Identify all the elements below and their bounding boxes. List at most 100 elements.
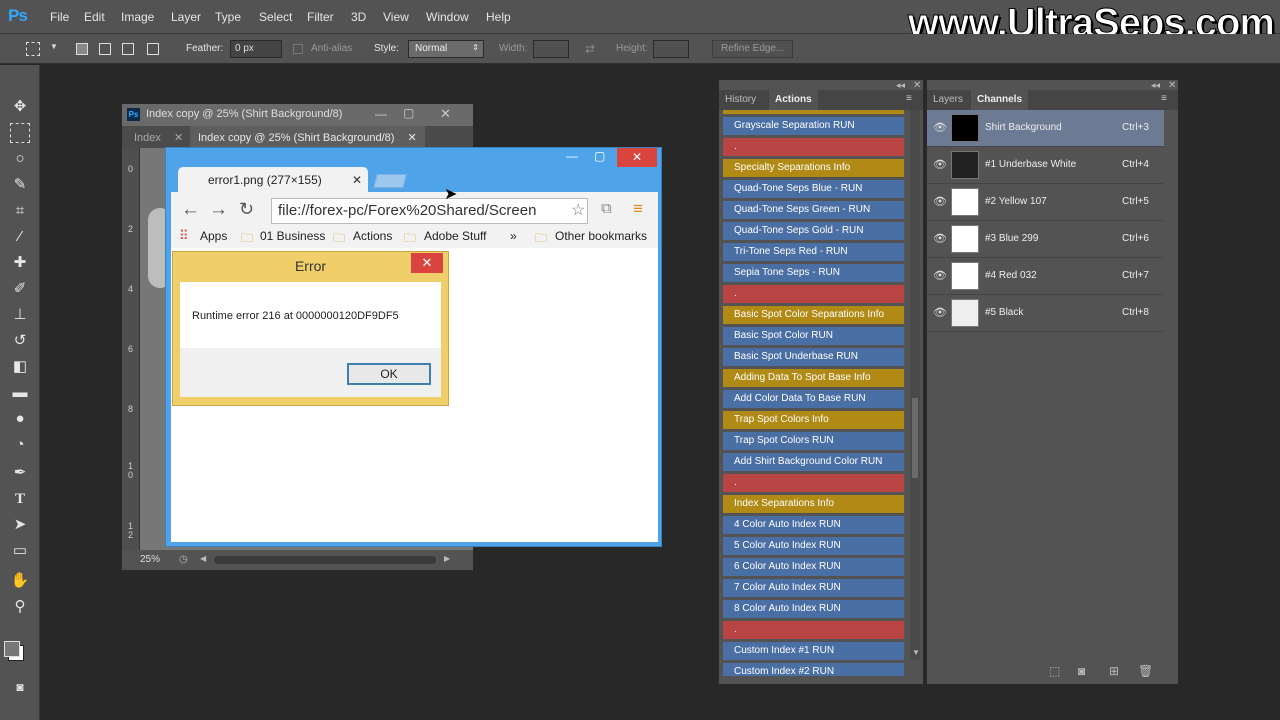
foreground-color-swatch[interactable] xyxy=(4,641,20,657)
close-icon[interactable]: ✕ xyxy=(617,148,657,167)
close-tab-icon[interactable]: ✕ xyxy=(352,173,362,187)
action-item[interactable]: . xyxy=(723,138,904,156)
intersect-selection-icon[interactable] xyxy=(147,43,159,55)
action-item[interactable]: . xyxy=(723,285,904,303)
action-item[interactable]: Sepia Tone Seps - RUN xyxy=(723,264,904,282)
visibility-eye-icon[interactable]: 👁 xyxy=(933,269,947,282)
path-select-tool-icon[interactable]: ➤ xyxy=(10,515,30,535)
chrome-menu-icon[interactable]: ≡ xyxy=(633,199,643,219)
style-select[interactable]: Normal ⇕ xyxy=(408,40,484,58)
new-selection-icon[interactable] xyxy=(76,43,88,55)
action-item[interactable]: Adding Data To Spot Base Info xyxy=(723,369,904,387)
brush-tool-icon[interactable]: ✐ xyxy=(10,279,30,299)
panel-menu-icon[interactable]: ≡ xyxy=(906,93,912,104)
eraser-tool-icon[interactable]: ◧ xyxy=(10,357,30,377)
visibility-eye-icon[interactable]: 👁 xyxy=(933,232,947,245)
add-selection-icon[interactable] xyxy=(99,43,111,55)
bookmark-folder[interactable]: 01 Business xyxy=(260,229,325,243)
tab-index-copy[interactable]: Index copy @ 25% (Shirt Background/8) ✕ xyxy=(190,126,425,148)
maximize-icon[interactable]: ▢ xyxy=(594,149,605,163)
reload-icon[interactable]: ↻ xyxy=(239,199,254,220)
delete-channel-icon[interactable]: 🗑 xyxy=(1138,664,1153,678)
height-input[interactable] xyxy=(653,40,689,58)
maximize-icon[interactable]: ▢ xyxy=(403,106,414,120)
gradient-tool-icon[interactable]: ▬ xyxy=(10,383,30,403)
eyedropper-tool-icon[interactable]: ⁄ xyxy=(10,227,30,247)
status-info-icon[interactable]: ◷ xyxy=(179,554,188,565)
refine-edge-button[interactable]: Refine Edge... xyxy=(712,40,794,58)
action-item[interactable]: Custom Index #1 RUN xyxy=(723,642,904,660)
channel-row[interactable]: 👁 #2 Yellow 107 Ctrl+5 xyxy=(927,184,1164,221)
new-tab-button[interactable] xyxy=(373,174,407,188)
visibility-eye-icon[interactable]: 👁 xyxy=(933,195,947,208)
lasso-tool-icon[interactable]: ○ xyxy=(10,149,30,169)
tab-history[interactable]: History xyxy=(719,90,762,110)
type-tool-icon[interactable]: T xyxy=(10,489,30,509)
action-item[interactable]: Basic Spot Color Separations Info xyxy=(723,306,904,324)
visibility-eye-icon[interactable]: 👁 xyxy=(933,306,947,319)
action-item[interactable]: Quad-Tone Seps Gold - RUN xyxy=(723,222,904,240)
action-item[interactable]: Grayscale Separation Info xyxy=(723,110,904,114)
more-bookmarks-icon[interactable]: » xyxy=(510,229,517,243)
action-item[interactable]: Add Color Data To Base RUN xyxy=(723,390,904,408)
action-item[interactable]: 7 Color Auto Index RUN xyxy=(723,579,904,597)
ok-button[interactable]: OK xyxy=(347,363,431,385)
action-item[interactable]: 8 Color Auto Index RUN xyxy=(723,600,904,618)
action-item[interactable]: Basic Spot Underbase RUN xyxy=(723,348,904,366)
menu-3d[interactable]: 3D xyxy=(351,10,366,24)
dodge-tool-icon[interactable]: ◔ xyxy=(10,435,30,455)
width-input[interactable] xyxy=(533,40,569,58)
menu-image[interactable]: Image xyxy=(121,10,154,24)
load-selection-icon[interactable]: ⬚ xyxy=(1049,664,1060,678)
visibility-eye-icon[interactable]: 👁 xyxy=(933,158,947,171)
visibility-eye-icon[interactable]: 👁 xyxy=(933,121,947,134)
action-item[interactable]: Quad-Tone Seps Green - RUN xyxy=(723,201,904,219)
minimize-icon[interactable]: — xyxy=(375,107,387,121)
action-item[interactable]: Quad-Tone Seps Blue - RUN xyxy=(723,180,904,198)
address-bar[interactable]: file://forex-pc/Forex%20Shared/Screen xyxy=(271,198,588,224)
actions-scrollbar[interactable] xyxy=(910,110,920,660)
new-channel-icon[interactable]: ⊞ xyxy=(1109,664,1119,678)
quick-select-tool-icon[interactable]: ✎ xyxy=(10,175,30,195)
minimize-icon[interactable]: — xyxy=(566,149,578,163)
clone-stamp-tool-icon[interactable]: ⊥ xyxy=(10,305,30,325)
action-item[interactable]: . xyxy=(723,474,904,492)
channel-row[interactable]: 👁 Shirt Background Ctrl+3 xyxy=(927,110,1164,147)
bookmark-apps[interactable]: Apps xyxy=(200,229,227,243)
menu-layer[interactable]: Layer xyxy=(171,10,201,24)
rectangle-tool-icon[interactable]: ▭ xyxy=(10,541,30,561)
action-item[interactable]: Add Shirt Background Color RUN xyxy=(723,453,904,471)
subtract-selection-icon[interactable] xyxy=(122,43,134,55)
zoom-level[interactable]: 25% xyxy=(140,554,160,565)
tab-channels[interactable]: Channels xyxy=(971,90,1029,110)
tool-preset-chevron-icon[interactable]: ▼ xyxy=(50,42,58,51)
move-tool-icon[interactable]: ✥ xyxy=(10,97,30,117)
extension-icon[interactable]: ⧉ xyxy=(601,200,612,217)
menu-select[interactable]: Select xyxy=(259,10,292,24)
channel-row[interactable]: 👁 #5 Black Ctrl+8 xyxy=(927,295,1164,332)
tab-actions[interactable]: Actions xyxy=(769,90,818,110)
hand-tool-icon[interactable]: ✋ xyxy=(10,571,30,591)
panel-menu-icon[interactable]: ≡ xyxy=(1161,93,1167,104)
channel-row[interactable]: 👁 #1 Underbase White Ctrl+4 xyxy=(927,147,1164,184)
action-item[interactable]: . xyxy=(723,621,904,639)
close-tab-icon[interactable]: ✕ xyxy=(174,132,183,144)
action-item[interactable]: Specialty Separations Info xyxy=(723,159,904,177)
document-titlebar[interactable]: Ps Index copy @ 25% (Shirt Background/8)… xyxy=(122,104,473,126)
dialog-close-button[interactable]: ✕ xyxy=(411,253,443,273)
healing-brush-tool-icon[interactable]: ✚ xyxy=(10,253,30,273)
zoom-tool-icon[interactable]: ⚲ xyxy=(10,597,30,617)
menu-filter[interactable]: Filter xyxy=(307,10,334,24)
tab-index[interactable]: Index ✕ xyxy=(126,126,191,148)
horizontal-scrollbar[interactable] xyxy=(214,556,436,564)
action-item[interactable]: Index Separations Info xyxy=(723,495,904,513)
pen-tool-icon[interactable]: ✒ xyxy=(10,463,30,483)
history-brush-tool-icon[interactable]: ↺ xyxy=(10,331,30,351)
close-tab-icon[interactable]: ✕ xyxy=(408,132,417,144)
save-selection-icon[interactable]: ◙ xyxy=(1078,664,1085,678)
action-item[interactable]: 4 Color Auto Index RUN xyxy=(723,516,904,534)
other-bookmarks[interactable]: Other bookmarks xyxy=(555,229,647,243)
feather-input[interactable]: 0 px xyxy=(230,40,282,58)
scroll-down-icon[interactable]: ▼ xyxy=(912,648,920,657)
crop-tool-icon[interactable]: ⌗ xyxy=(10,201,30,221)
